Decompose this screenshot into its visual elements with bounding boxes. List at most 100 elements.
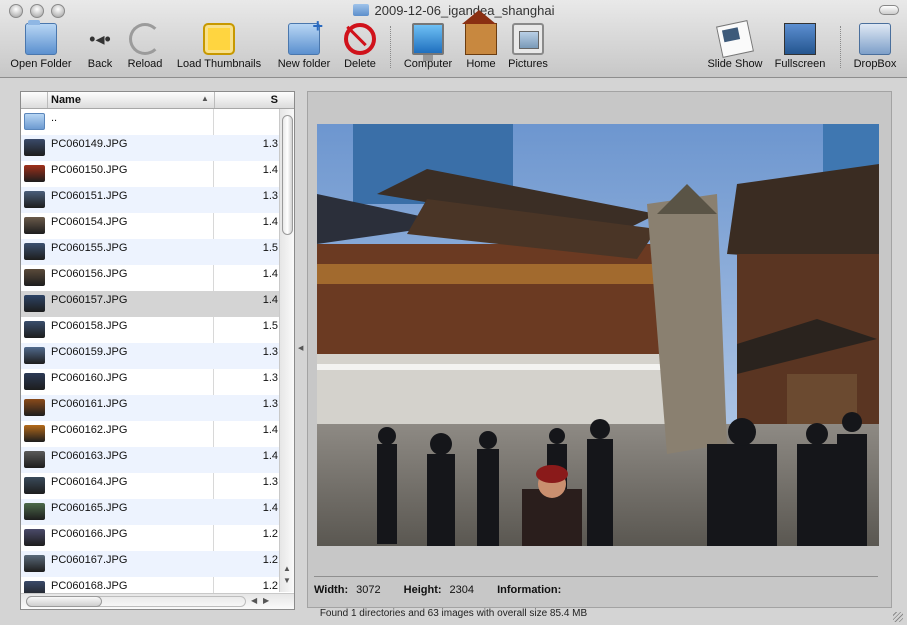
file-row[interactable]: PC060167.JPG 1.2 bbox=[21, 551, 279, 577]
folder-icon bbox=[352, 4, 369, 16]
reload-button[interactable]: Reload bbox=[125, 23, 165, 73]
file-row[interactable]: PC060161.JPG 1.3 bbox=[21, 395, 279, 421]
file-size: 1.3 bbox=[262, 476, 278, 488]
file-row[interactable]: PC060164.JPG 1.3 bbox=[21, 473, 279, 499]
image-thumbnail bbox=[24, 243, 45, 260]
file-row[interactable]: PC060154.JPG 1.4 bbox=[21, 213, 279, 239]
sort-ascending-icon: ▲ bbox=[201, 94, 209, 103]
image-thumbnail bbox=[24, 451, 45, 468]
file-size: 1.3 bbox=[262, 372, 278, 384]
file-size: 1.3 bbox=[262, 398, 278, 410]
file-row[interactable]: PC060160.JPG 1.3 bbox=[21, 369, 279, 395]
file-name: PC060164.JPG bbox=[51, 476, 128, 488]
home-icon bbox=[462, 10, 497, 55]
file-size: 1.5 bbox=[262, 242, 278, 254]
delete-button[interactable]: Delete bbox=[341, 23, 379, 73]
thumbnails-icon bbox=[203, 23, 235, 55]
image-thumbnail bbox=[24, 347, 45, 364]
status-bar: Found 1 directories and 63 images with o… bbox=[319, 608, 588, 619]
file-row[interactable]: PC060165.JPG 1.4 bbox=[21, 499, 279, 525]
new-folder-icon bbox=[288, 16, 323, 55]
image-thumbnail bbox=[24, 217, 45, 234]
file-row[interactable]: PC060151.JPG 1.3 bbox=[21, 187, 279, 213]
file-size: 1.2 bbox=[262, 580, 278, 592]
toolbar-toggle-button[interactable] bbox=[879, 5, 899, 15]
reload-label: Reload bbox=[127, 58, 163, 70]
image-thumbnail bbox=[24, 477, 45, 494]
column-header-size[interactable]: S bbox=[214, 92, 294, 108]
back-label: Back bbox=[87, 58, 113, 70]
file-size: 1.3 bbox=[262, 346, 278, 358]
home-button[interactable]: Home bbox=[462, 10, 499, 73]
pictures-icon bbox=[512, 23, 544, 55]
image-thumbnail bbox=[24, 399, 45, 416]
file-name: PC060166.JPG bbox=[51, 528, 128, 540]
file-row[interactable]: PC060163.JPG 1.4 bbox=[21, 447, 279, 473]
folder-icon bbox=[25, 20, 57, 55]
file-size: 1.2 bbox=[262, 528, 278, 540]
file-name: PC060165.JPG bbox=[51, 502, 128, 514]
file-row[interactable]: PC060162.JPG 1.4 bbox=[21, 421, 279, 447]
column-header-name[interactable]: Name bbox=[51, 94, 81, 106]
parent-folder-row[interactable]: .. bbox=[21, 109, 279, 135]
slide-show-button[interactable]: Slide Show bbox=[704, 20, 766, 73]
width-value: 3072 bbox=[356, 584, 381, 596]
scroll-down-arrow-icon[interactable]: ▼ bbox=[283, 576, 291, 585]
image-preview[interactable] bbox=[317, 124, 879, 546]
file-row[interactable]: PC060166.JPG 1.2 bbox=[21, 525, 279, 551]
file-name: PC060167.JPG bbox=[51, 554, 128, 566]
file-row[interactable]: PC060149.JPG 1.3 bbox=[21, 135, 279, 161]
fullscreen-icon bbox=[784, 23, 816, 55]
new-folder-button[interactable]: New folder bbox=[274, 16, 334, 73]
file-size: 1.4 bbox=[262, 450, 278, 462]
file-name: PC060154.JPG bbox=[51, 216, 128, 228]
resize-grip-icon[interactable] bbox=[893, 612, 903, 622]
image-thumbnail bbox=[24, 425, 45, 442]
image-thumbnail bbox=[24, 321, 45, 338]
computer-button[interactable]: Computer bbox=[400, 23, 456, 73]
pictures-label: Pictures bbox=[508, 58, 548, 70]
file-name: PC060150.JPG bbox=[51, 164, 128, 176]
column-header-icon[interactable] bbox=[21, 92, 48, 108]
image-thumbnail bbox=[24, 295, 45, 312]
scroll-left-arrow-icon[interactable]: ◀ bbox=[251, 596, 257, 605]
split-view-divider[interactable]: ◀ bbox=[295, 91, 307, 610]
scroll-up-arrow-icon[interactable]: ▲ bbox=[283, 564, 291, 573]
dropbox-icon bbox=[859, 23, 891, 55]
scroll-right-arrow-icon[interactable]: ▶ bbox=[263, 596, 269, 605]
file-size: 1.4 bbox=[262, 268, 278, 280]
vertical-scroll-thumb[interactable] bbox=[282, 115, 293, 235]
dropbox-button[interactable]: DropBox bbox=[850, 23, 900, 73]
file-row[interactable]: PC060150.JPG 1.4 bbox=[21, 161, 279, 187]
image-thumbnail bbox=[24, 503, 45, 520]
window-title: 2009-12-06_igandea_shanghai bbox=[0, 3, 907, 18]
file-size: 1.4 bbox=[262, 294, 278, 306]
file-row[interactable]: PC060155.JPG 1.5 bbox=[21, 239, 279, 265]
file-size: 1.4 bbox=[262, 164, 278, 176]
computer-icon bbox=[412, 23, 444, 61]
image-thumbnail bbox=[24, 529, 45, 546]
back-button[interactable]: •◂• Back bbox=[83, 23, 117, 73]
file-size: 1.5 bbox=[262, 320, 278, 332]
file-row[interactable]: PC060156.JPG 1.4 bbox=[21, 265, 279, 291]
back-arrow-icon: •◂• bbox=[89, 29, 111, 49]
load-thumbnails-button[interactable]: Load Thumbnails bbox=[172, 23, 266, 73]
pictures-button[interactable]: Pictures bbox=[505, 23, 551, 73]
file-row[interactable]: PC060158.JPG 1.5 bbox=[21, 317, 279, 343]
file-row[interactable]: PC060159.JPG 1.3 bbox=[21, 343, 279, 369]
open-folder-button[interactable]: Open Folder bbox=[8, 20, 74, 73]
vertical-scrollbar[interactable]: ▲ ▼ bbox=[279, 109, 294, 592]
information-label: Information: bbox=[497, 584, 562, 596]
file-name: PC060168.JPG bbox=[51, 580, 128, 592]
open-folder-label: Open Folder bbox=[10, 58, 72, 70]
fullscreen-button[interactable]: Fullscreen bbox=[772, 23, 828, 73]
info-divider bbox=[314, 576, 878, 577]
image-thumbnail bbox=[24, 269, 45, 286]
file-row[interactable]: PC060157.JPG 1.4 bbox=[21, 291, 279, 317]
parent-folder-label: .. bbox=[51, 112, 58, 124]
height-label: Height: bbox=[403, 584, 442, 596]
height-value: 2304 bbox=[449, 584, 475, 596]
file-size: 1.4 bbox=[262, 216, 278, 228]
file-name: PC060158.JPG bbox=[51, 320, 128, 332]
slide-show-icon bbox=[716, 20, 754, 58]
